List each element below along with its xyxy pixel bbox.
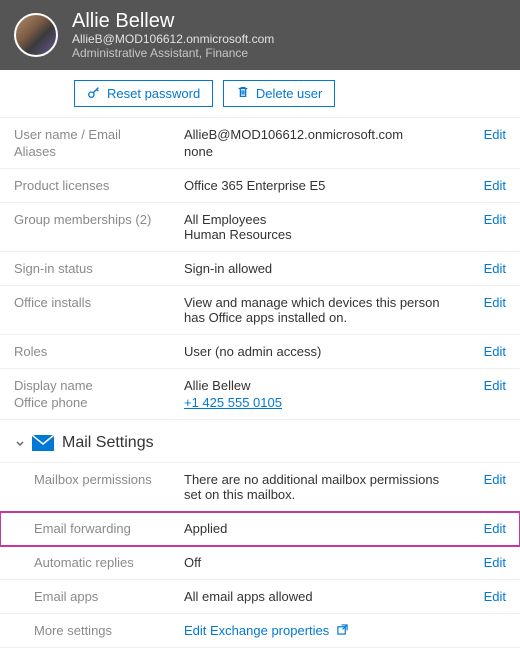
mail-settings-list: Mailbox permissions There are no additio… [0,462,520,648]
delete-user-button[interactable]: Delete user [223,80,335,107]
row-licenses: Product licenses Office 365 Enterprise E… [0,169,520,203]
user-header: Allie Bellew AllieB@MOD106612.onmicrosof… [0,0,520,70]
value-email-forwarding: Applied [184,521,462,536]
row-mailbox-permissions: Mailbox permissions There are no additio… [0,463,520,512]
row-email-forwarding: Email forwarding Applied Edit [0,512,520,546]
delete-user-label: Delete user [256,86,322,101]
label-groups: Group memberships (2) [14,212,184,227]
row-signin: Sign-in status Sign-in allowed Edit [0,252,520,286]
value-mailbox-permissions: There are no additional mailbox permissi… [184,472,462,502]
mail-settings-title: Mail Settings [62,434,154,452]
mail-settings-header[interactable]: Mail Settings [0,420,520,462]
value-username: AllieB@MOD106612.onmicrosoft.com [184,127,462,142]
edit-licenses[interactable]: Edit [462,178,506,193]
value-aliases: none [184,144,462,159]
trash-icon [236,85,256,102]
edit-contact[interactable]: Edit [462,378,506,393]
edit-signin[interactable]: Edit [462,261,506,276]
edit-email-apps[interactable]: Edit [462,589,506,604]
mail-icon [32,435,54,451]
label-roles: Roles [14,344,184,359]
value-email-apps: All email apps allowed [184,589,462,604]
value-officephone[interactable]: +1 425 555 0105 [184,395,282,410]
edit-office-installs[interactable]: Edit [462,295,506,310]
edit-groups[interactable]: Edit [462,212,506,227]
row-roles: Roles User (no admin access) Edit [0,335,520,369]
label-licenses: Product licenses [14,178,184,193]
edit-mailbox-permissions[interactable]: Edit [462,472,506,487]
row-automatic-replies: Automatic replies Off Edit [0,546,520,580]
chevron-down-icon [14,437,26,449]
value-licenses: Office 365 Enterprise E5 [184,178,462,193]
key-icon [87,85,107,102]
label-aliases: Aliases [14,144,184,159]
edit-exchange-label: Edit Exchange properties [184,623,329,638]
value-displayname: Allie Bellew [184,378,462,393]
row-aliases: Aliases none [0,142,520,169]
value-office-installs: View and manage which devices this perso… [184,295,462,325]
value-automatic-replies: Off [184,555,462,570]
label-displayname: Display name [14,378,184,393]
label-automatic-replies: Automatic replies [14,555,184,570]
label-email-apps: Email apps [14,589,184,604]
row-displayname: Display name Allie Bellew Edit [0,369,520,393]
value-signin: Sign-in allowed [184,261,462,276]
label-mailbox-permissions: Mailbox permissions [14,472,184,487]
edit-username[interactable]: Edit [462,127,506,142]
label-officephone: Office phone [14,395,184,410]
label-more-settings: More settings [14,623,184,638]
row-officephone: Office phone +1 425 555 0105 [0,393,520,420]
property-list: User name / Email AllieB@MOD106612.onmic… [0,117,520,420]
external-link-icon [337,623,348,638]
user-display-name: Allie Bellew [72,10,274,32]
reset-password-label: Reset password [107,86,200,101]
row-email-apps: Email apps All email apps allowed Edit [0,580,520,614]
label-signin: Sign-in status [14,261,184,276]
group-item-1: All Employees [184,212,454,227]
user-title: Administrative Assistant, Finance [72,46,274,60]
row-office-installs: Office installs View and manage which de… [0,286,520,335]
label-office-installs: Office installs [14,295,184,310]
edit-exchange-link[interactable]: Edit Exchange properties [184,623,348,638]
action-bar: Reset password Delete user [0,70,520,117]
row-username: User name / Email AllieB@MOD106612.onmic… [0,118,520,142]
identity-block: Allie Bellew AllieB@MOD106612.onmicrosof… [72,10,274,60]
avatar [14,13,58,57]
row-more-settings: More settings Edit Exchange properties [0,614,520,648]
edit-email-forwarding[interactable]: Edit [462,521,506,536]
reset-password-button[interactable]: Reset password [74,80,213,107]
value-roles: User (no admin access) [184,344,462,359]
value-groups: All Employees Human Resources [184,212,462,242]
label-username: User name / Email [14,127,184,142]
edit-roles[interactable]: Edit [462,344,506,359]
edit-automatic-replies[interactable]: Edit [462,555,506,570]
user-email: AllieB@MOD106612.onmicrosoft.com [72,32,274,46]
label-email-forwarding: Email forwarding [14,521,184,536]
group-item-2: Human Resources [184,227,454,242]
row-groups: Group memberships (2) All Employees Huma… [0,203,520,252]
